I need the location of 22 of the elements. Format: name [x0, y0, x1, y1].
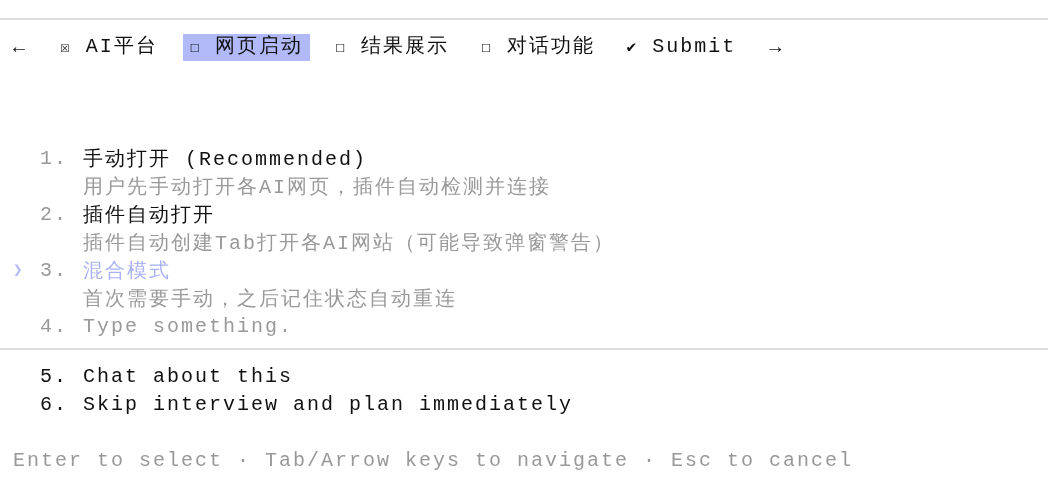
option-number: 2.	[40, 202, 69, 226]
option-number: 6.	[40, 392, 69, 416]
back-arrow-icon[interactable]: ←	[13, 35, 27, 59]
cursor-icon: ❯	[13, 260, 40, 280]
option-number: 3.	[40, 258, 69, 282]
option-label[interactable]: 手动打开 (Recommended)	[83, 144, 368, 172]
step-tab[interactable]: ☐ 结果展示	[328, 33, 456, 61]
step-tab[interactable]: ☒ AI平台	[53, 33, 165, 61]
step-tab[interactable]: ☐ 网页启动	[182, 33, 311, 61]
option-number: 5.	[40, 364, 69, 388]
option-description: 插件自动创建Tab打开各AI网站（可能导致弹窗警告）	[83, 230, 616, 256]
option-description: 首次需要手动，之后记住状态自动重连	[83, 286, 458, 312]
keyboard-hint: Enter to select · Tab/Arrow keys to navigate · Esc to cancel	[12, 447, 855, 474]
option-label[interactable]: Chat about this	[83, 364, 294, 388]
forward-arrow-icon[interactable]: →	[769, 35, 784, 59]
step-tab[interactable]: ✔ Submit	[619, 33, 744, 61]
step-tab[interactable]: ☐ 对话功能	[473, 33, 602, 61]
option-label[interactable]: 插件自动打开	[83, 200, 215, 228]
option-description: 用户先手动打开各AI网页，插件自动检测并连接	[83, 174, 552, 200]
option-number: 1.	[40, 146, 69, 170]
option-label[interactable]: Skip interview and plan immediately	[83, 392, 574, 416]
option-number: 4.	[40, 314, 69, 338]
